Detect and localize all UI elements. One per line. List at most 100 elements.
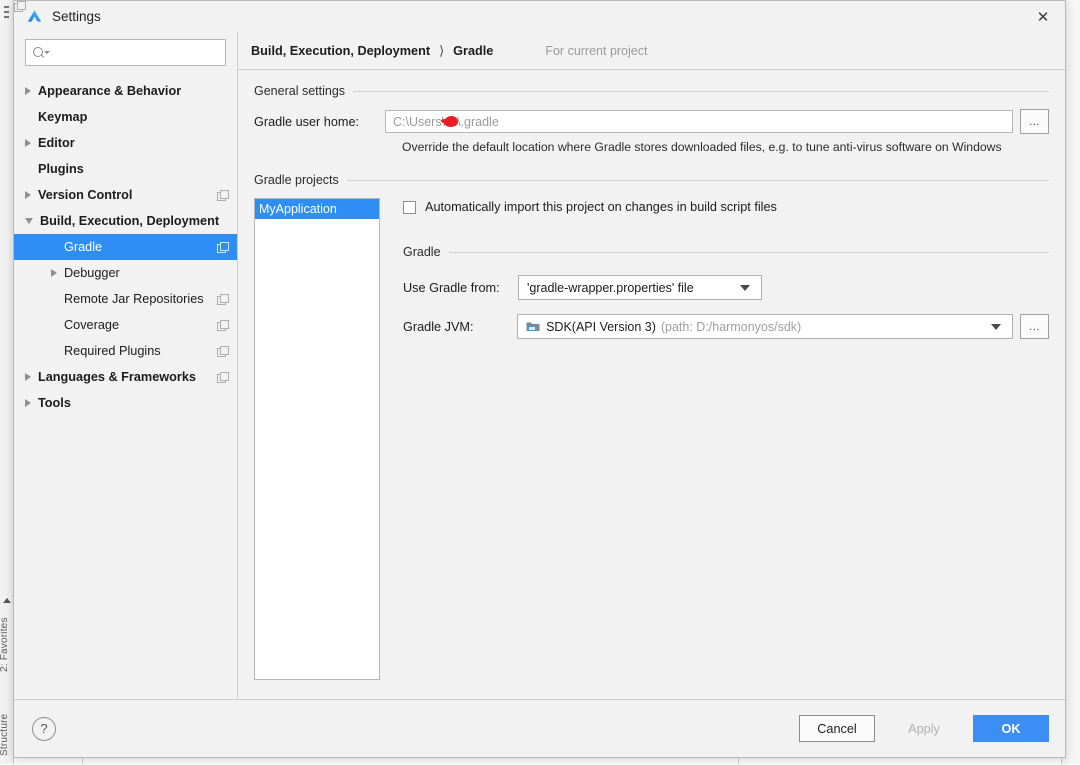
sidebar-item-plugins[interactable]: Plugins [14,156,237,182]
tool-window-button-favorites[interactable]: 2: Favorites [0,600,12,690]
sidebar-item-label: Debugger [64,266,120,280]
gradle-jvm-select[interactable]: SDK(API Version 3) (path: D:/harmonyos/s… [517,314,1013,339]
gradle-project-detail: Automatically import this project on cha… [380,198,1049,680]
settings-panel: General settings Gradle user home: C:\Us… [238,70,1065,699]
gradle-subgroup-title: Gradle [403,245,441,259]
sidebar-item-label: Required Plugins [64,344,161,358]
cancel-button[interactable]: Cancel [799,715,875,742]
project-scope-icon [217,294,227,304]
sidebar-item-tools[interactable]: Tools [14,390,237,416]
sidebar-item-build-execution-deployment[interactable]: Build, Execution, Deployment [14,208,237,234]
dialog-titlebar: Settings ✕ [14,1,1065,32]
project-list-item[interactable]: MyApplication [255,199,379,219]
gradle-user-home-input[interactable]: C:\Users\ \.gradle [385,110,1013,133]
tool-window-button-structure[interactable]: Structure [0,705,12,765]
dialog-footer: ? Cancel Apply OK [14,699,1065,757]
sidebar-item-label: Coverage [64,318,119,332]
dialog-title: Settings [52,9,101,24]
redaction-blob [444,116,458,127]
settings-tree: Appearance & Behavior Keymap Editor Plugins… [14,78,237,699]
group-rule [353,91,1049,92]
sidebar-item-keymap[interactable]: Keymap [14,104,237,130]
sidebar-item-label: Appearance & Behavior [38,84,181,98]
sidebar-item-label: Remote Jar Repositories [64,292,204,306]
settings-dialog: Settings ✕ Appearance & Behavior Keymap Ed… [13,0,1066,758]
chevron-collapsed-icon[interactable] [25,399,31,407]
project-scope-icon [217,242,227,252]
tool-window-strip-left[interactable]: 2: Favorites Structure [0,0,14,764]
search-input[interactable] [50,46,225,60]
sidebar-item-editor[interactable]: Editor [14,130,237,156]
tool-window-icons [1,2,12,32]
dialog-body: Appearance & Behavior Keymap Editor Plugins… [14,32,1065,699]
group-rule-2 [347,180,1049,181]
chevron-down-icon [740,285,750,291]
chevron-expanded-icon[interactable] [25,218,33,224]
sidebar-item-coverage[interactable]: Coverage [14,312,237,338]
breadcrumb-parent[interactable]: Build, Execution, Deployment [251,44,430,58]
group-rule-3 [449,252,1049,253]
gradle-user-home-value-suffix: \.gradle [457,115,499,129]
gradle-user-home-label: Gradle user home: [254,115,385,129]
gradle-projects-title: Gradle projects [254,173,339,187]
search-box[interactable] [25,39,226,66]
gradle-user-home-row: Gradle user home: C:\Users\ \.gradle ... [254,109,1049,134]
project-scope-icon [217,372,227,382]
search-icon [33,46,50,60]
settings-sidebar: Appearance & Behavior Keymap Editor Plugins… [14,32,238,699]
auto-import-checkbox[interactable] [403,201,416,214]
gradle-jvm-value: SDK(API Version 3) [546,320,656,334]
sidebar-item-required-plugins[interactable]: Required Plugins [14,338,237,364]
chevron-collapsed-icon[interactable] [25,87,31,95]
sidebar-item-label: Keymap [38,110,87,124]
sidebar-item-version-control[interactable]: Version Control [14,182,237,208]
gradle-project-list[interactable]: MyApplication [254,198,380,680]
sidebar-item-debugger[interactable]: Debugger [14,260,237,286]
gradle-jvm-browse-button[interactable]: ... [1020,314,1049,339]
chevron-collapsed-icon[interactable] [51,269,57,277]
sidebar-item-label: Editor [38,136,75,150]
gradle-jvm-path: (path: D:/harmonyos/sdk) [661,320,801,334]
chevron-collapsed-icon[interactable] [25,139,31,147]
auto-import-label: Automatically import this project on cha… [425,200,777,214]
project-scope-icon [217,346,227,356]
use-gradle-from-select[interactable]: 'gradle-wrapper.properties' file [518,275,762,300]
close-icon[interactable]: ✕ [1021,1,1065,32]
scope-label: For current project [545,44,647,58]
breadcrumb-separator: ⟩ [439,43,444,59]
deveco-triangle-logo-icon [26,8,43,25]
copy-scope-icon [529,46,539,56]
gradle-projects-area: MyApplication Automatically import this … [254,198,1049,680]
breadcrumb: Build, Execution, Deployment ⟩ Gradle Fo… [238,32,1065,70]
general-settings-group-header: General settings [254,84,1049,98]
gradle-projects-group-header: Gradle projects [254,173,1049,187]
gradle-user-home-browse-button[interactable]: ... [1020,109,1049,134]
project-scope-icon [217,320,227,330]
sidebar-search-wrap [14,39,237,78]
sidebar-item-label: Build, Execution, Deployment [40,214,219,228]
chevron-down-icon-2 [991,324,1001,330]
gradle-subgroup: Gradle Use Gradle from: 'gradle-wrapper.… [403,245,1049,339]
use-gradle-from-value: 'gradle-wrapper.properties' file [527,281,694,295]
chevron-collapsed-icon[interactable] [25,191,31,199]
sidebar-item-label: Plugins [38,162,84,176]
sdk-icon [526,320,540,333]
gradle-user-home-value-prefix: C:\Users\ [393,115,445,129]
gradle-jvm-row: Gradle JVM: SDK(API Version 3) (path: D:… [403,314,1049,339]
ok-button[interactable]: OK [973,715,1049,742]
sidebar-item-remote-jar-repositories[interactable]: Remote Jar Repositories [14,286,237,312]
sidebar-item-gradle[interactable]: Gradle [14,234,237,260]
project-scope-icon [217,190,227,200]
gradle-subgroup-header: Gradle [403,245,1049,259]
use-gradle-from-row: Use Gradle from: 'gradle-wrapper.propert… [403,275,1049,300]
sidebar-item-appearance-behavior[interactable]: Appearance & Behavior [14,78,237,104]
auto-import-row[interactable]: Automatically import this project on cha… [403,200,1049,214]
breadcrumb-current: Gradle [453,44,493,58]
apply-button[interactable]: Apply [886,715,962,742]
sidebar-item-languages-frameworks[interactable]: Languages & Frameworks [14,364,237,390]
gradle-user-home-hint: Override the default location where Grad… [402,140,1049,154]
chevron-collapsed-icon[interactable] [25,373,31,381]
scope-indicator: For current project [529,44,647,58]
help-icon[interactable]: ? [32,717,56,741]
general-settings-title: General settings [254,84,345,98]
